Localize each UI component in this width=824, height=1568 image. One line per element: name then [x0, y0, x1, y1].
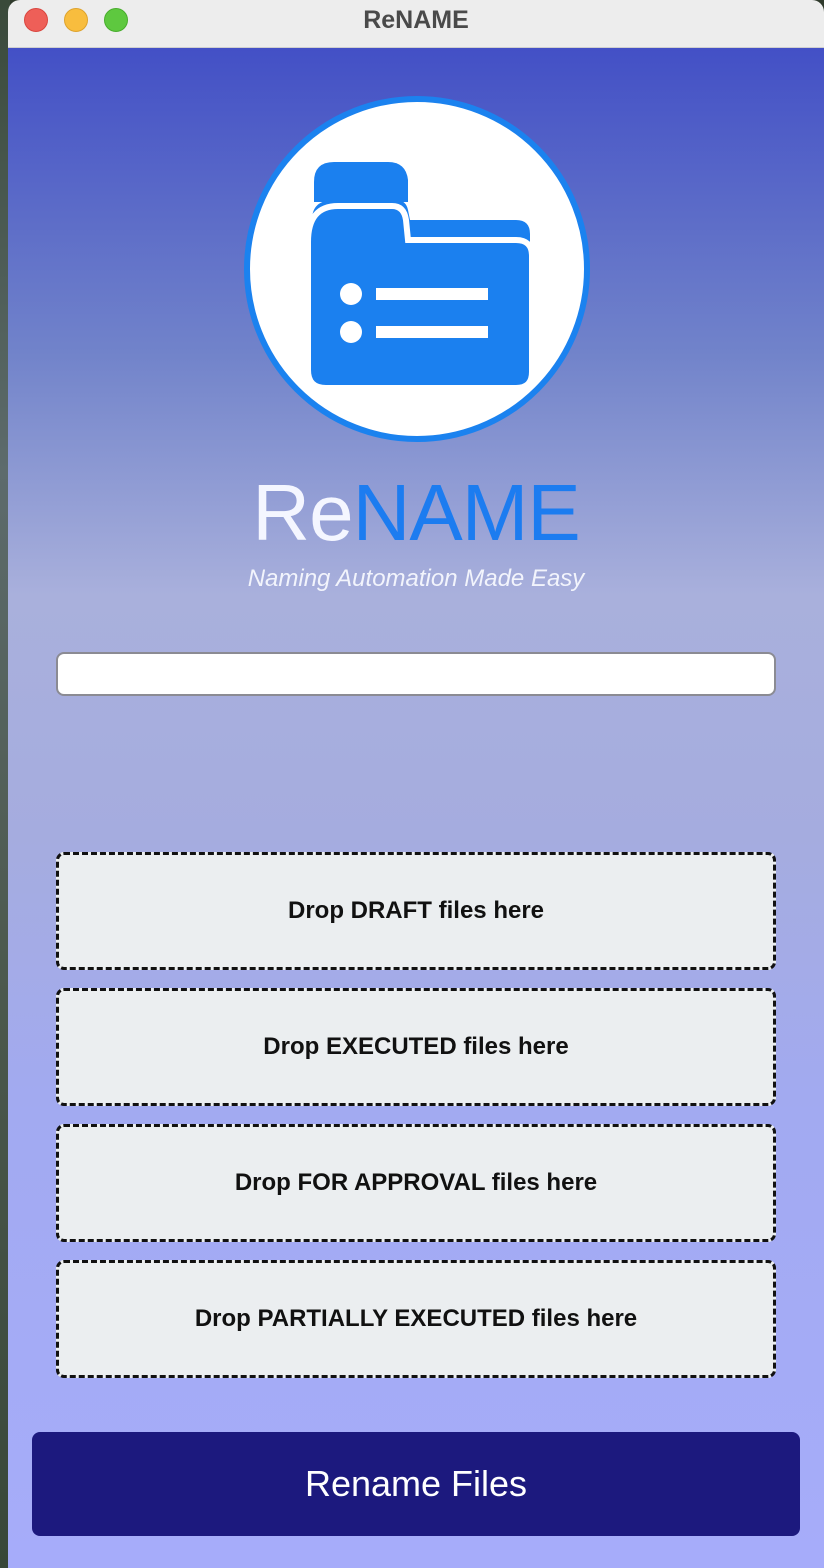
app-name: ReNAME	[8, 468, 824, 558]
dropzone-for-approval[interactable]: Drop FOR APPROVAL files here	[56, 1124, 776, 1242]
app-name-suffix: NAME	[352, 468, 581, 557]
rename-files-button[interactable]: Rename Files	[32, 1432, 800, 1536]
name-input[interactable]	[56, 652, 776, 696]
app-window: ReNAME ReNAME Naming Automation Made Eas…	[8, 0, 824, 1568]
main-content: ReNAME Naming Automation Made Easy Drop …	[8, 48, 824, 1568]
app-logo	[244, 96, 590, 442]
app-name-prefix: Re	[252, 468, 353, 557]
dropzone-partially-executed[interactable]: Drop PARTIALLY EXECUTED files here	[56, 1260, 776, 1378]
title-bar[interactable]: ReNAME	[8, 0, 824, 48]
folder-list-icon	[305, 162, 535, 391]
dropzone-draft[interactable]: Drop DRAFT files here	[56, 852, 776, 970]
dropzone-executed[interactable]: Drop EXECUTED files here	[56, 988, 776, 1106]
app-tagline: Naming Automation Made Easy	[247, 565, 585, 592]
window-title: ReNAME	[363, 6, 469, 34]
